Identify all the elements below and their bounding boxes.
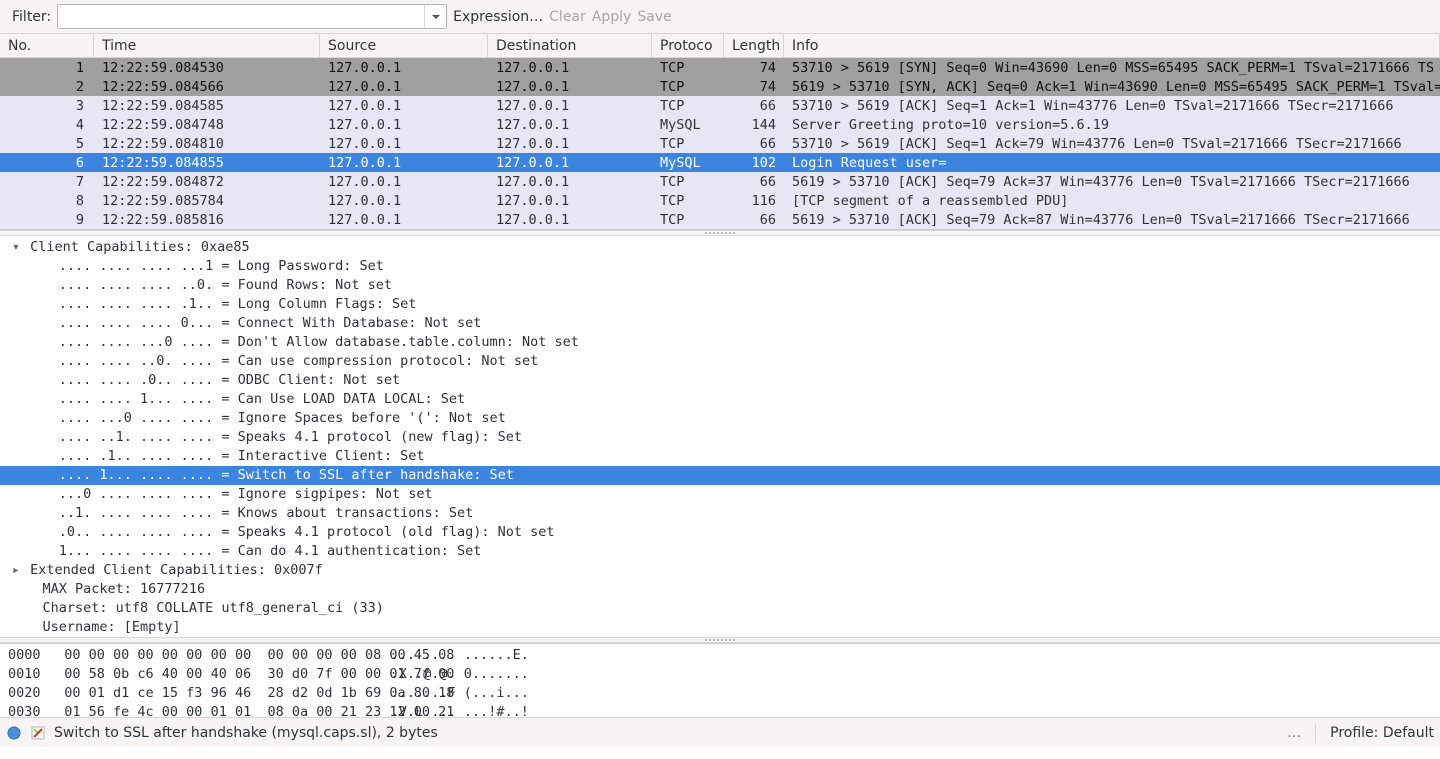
tree-item[interactable]: ...0 .... .... .... = Ignore sigpipes: N… (10, 485, 1440, 504)
status-profile[interactable]: Profile: Default (1330, 725, 1434, 741)
packet-row[interactable]: 212:22:59.084566127.0.0.1127.0.0.1TCP745… (0, 77, 1440, 96)
tree-item[interactable]: Username: [Empty] (10, 618, 1440, 637)
status-bar: Switch to SSL after handshake (mysql.cap… (0, 717, 1440, 747)
packet-row[interactable]: 112:22:59.084530127.0.0.1127.0.0.1TCP745… (0, 58, 1440, 77)
tree-item[interactable]: Charset: utf8 COLLATE utf8_general_ci (3… (10, 599, 1440, 618)
expression-button[interactable]: Expression… (453, 9, 543, 25)
packet-row[interactable]: 712:22:59.084872127.0.0.1127.0.0.1TCP665… (0, 172, 1440, 191)
tree-item[interactable]: .... .... .0.. .... = ODBC Client: Not s… (10, 371, 1440, 390)
hex-row[interactable]: 0030 01 56 fe 4c 00 00 01 01 08 0a 00 21… (8, 703, 1432, 717)
tree-item[interactable]: .... .... ...0 .... = Don't Allow databa… (10, 333, 1440, 352)
packet-list-pane: No. Time Source Destination Protoco Leng… (0, 34, 1440, 230)
filter-toolbar: Filter: Expression… Clear Apply Save (0, 0, 1440, 34)
filter-combo[interactable] (57, 4, 447, 29)
packet-list-header: No. Time Source Destination Protoco Leng… (0, 34, 1440, 58)
disclosure-triangle-closed-icon: ▸ (10, 561, 22, 580)
packet-row[interactable]: 312:22:59.084585127.0.0.1127.0.0.1TCP665… (0, 96, 1440, 115)
col-header-no[interactable]: No. (0, 34, 94, 57)
col-header-destination[interactable]: Destination (488, 34, 652, 57)
capture-indicator-icon (6, 725, 22, 741)
tree-item[interactable]: .... .... ..0. .... = Can use compressio… (10, 352, 1440, 371)
apply-button[interactable]: Apply (592, 9, 632, 25)
tree-item[interactable]: .... ...0 .... .... = Ignore Spaces befo… (10, 409, 1440, 428)
packet-row[interactable]: 812:22:59.085784127.0.0.1127.0.0.1TCP116… (0, 191, 1440, 210)
tree-item[interactable]: 1... .... .... .... = Can do 4.1 authent… (10, 542, 1440, 561)
packet-details-pane[interactable]: ▾ Client Capabilities: 0xae85 .... .... … (0, 236, 1440, 637)
tree-item[interactable]: .... .... .... ..0. = Found Rows: Not se… (10, 276, 1440, 295)
tree-item[interactable]: .... .... 1... .... = Can Use LOAD DATA … (10, 390, 1440, 409)
packet-row[interactable]: 412:22:59.084748127.0.0.1127.0.0.1MySQL1… (0, 115, 1440, 134)
hex-row[interactable]: 0020 00 01 d1 ce 15 f3 96 46 28 d2 0d 1b… (8, 684, 1432, 703)
packet-bytes-pane[interactable]: 0000 00 00 00 00 00 00 00 00 00 00 00 00… (0, 643, 1440, 717)
tree-item[interactable]: .... .1.. .... .... = Interactive Client… (10, 447, 1440, 466)
tree-item[interactable]: .... .... .... 0... = Connect With Datab… (10, 314, 1440, 333)
tree-item[interactable]: MAX Packet: 16777216 (10, 580, 1440, 599)
hex-row[interactable]: 0000 00 00 00 00 00 00 00 00 00 00 00 00… (8, 646, 1432, 665)
hex-row[interactable]: 0010 00 58 0b c6 40 00 40 06 30 d0 7f 00… (8, 665, 1432, 684)
expert-info-icon[interactable] (30, 725, 46, 741)
packet-row[interactable]: 912:22:59.085816127.0.0.1127.0.0.1TCP665… (0, 210, 1440, 229)
col-header-time[interactable]: Time (94, 34, 320, 57)
chevron-down-icon (431, 12, 441, 22)
tree-item[interactable]: .... ..1. .... .... = Speaks 4.1 protoco… (10, 428, 1440, 447)
filter-input[interactable] (58, 5, 424, 28)
col-header-source[interactable]: Source (320, 34, 488, 57)
status-overflow[interactable]: … (1287, 725, 1301, 741)
disclosure-triangle-open-icon: ▾ (10, 238, 22, 257)
col-header-length[interactable]: Length (724, 34, 784, 57)
tree-item[interactable]: ▾ Client Capabilities: 0xae85 (10, 238, 1440, 257)
packet-row[interactable]: 612:22:59.084855127.0.0.1127.0.0.1MySQL1… (0, 153, 1440, 172)
packet-row[interactable]: 512:22:59.084810127.0.0.1127.0.0.1TCP665… (0, 134, 1440, 153)
status-separator (1315, 723, 1316, 743)
filter-label: Filter: (12, 9, 51, 25)
col-header-info[interactable]: Info (784, 34, 1440, 57)
tree-item[interactable]: ..1. .... .... .... = Knows about transa… (10, 504, 1440, 523)
tree-item[interactable]: .0.. .... .... .... = Speaks 4.1 protoco… (10, 523, 1440, 542)
tree-item[interactable]: .... .... .... .1.. = Long Column Flags:… (10, 295, 1440, 314)
col-header-protocol[interactable]: Protoco (652, 34, 724, 57)
status-field-info: Switch to SSL after handshake (mysql.cap… (54, 725, 438, 741)
tree-item[interactable]: .... 1... .... .... = Switch to SSL afte… (0, 466, 1440, 485)
clear-button[interactable]: Clear (549, 9, 586, 25)
filter-dropdown-button[interactable] (424, 5, 446, 28)
tree-item[interactable]: .... .... .... ...1 = Long Password: Set (10, 257, 1440, 276)
save-button[interactable]: Save (637, 9, 671, 25)
tree-item[interactable]: ▸ Extended Client Capabilities: 0x007f (10, 561, 1440, 580)
